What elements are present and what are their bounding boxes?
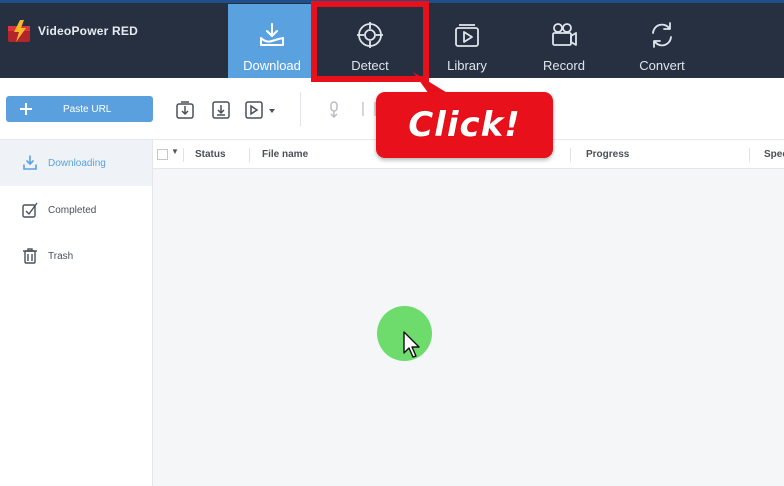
tab-library-label: Library	[447, 58, 487, 73]
column-divider	[749, 148, 750, 162]
video-library-icon	[452, 20, 482, 50]
tab-library[interactable]: Library	[423, 4, 511, 78]
column-header-progress[interactable]: Progress	[586, 149, 629, 160]
sidebar-item-trash[interactable]: Trash	[0, 233, 152, 279]
tab-convert-label: Convert	[639, 58, 685, 73]
sidebar-item-completed[interactable]: Completed	[0, 187, 152, 233]
tab-record-label: Record	[543, 58, 585, 73]
download-list-area: ▼ Status File name Progress Spee	[153, 140, 784, 486]
column-divider	[183, 148, 184, 162]
download-square-icon[interactable]	[212, 101, 230, 119]
detect-highlight-box	[311, 1, 429, 82]
video-download-icon[interactable]	[245, 101, 277, 119]
column-divider	[570, 148, 571, 162]
sidebar-item-label: Downloading	[48, 157, 106, 169]
tab-record[interactable]: Record	[520, 4, 608, 78]
check-icon	[22, 202, 38, 218]
toolbar-divider	[300, 92, 301, 126]
plus-icon	[6, 102, 46, 116]
tab-download[interactable]: Download	[228, 4, 316, 78]
trash-icon	[23, 248, 37, 264]
click-callout: Click!	[376, 92, 553, 158]
paste-url-button[interactable]: Paste URL	[6, 96, 153, 122]
tab-convert[interactable]: Convert	[618, 4, 706, 78]
column-header-status[interactable]: Status	[195, 149, 226, 160]
column-divider	[249, 148, 250, 162]
sidebar-item-label: Completed	[48, 204, 97, 216]
mic-download-icon[interactable]	[325, 101, 343, 119]
refresh-convert-icon	[647, 20, 677, 50]
select-menu-caret-icon[interactable]: ▼	[171, 147, 179, 156]
paste-url-label: Paste URL	[63, 103, 112, 115]
app-title: VideoPower RED	[38, 24, 138, 38]
download-arrow-icon	[23, 155, 37, 170]
tab-download-label: Download	[243, 58, 301, 73]
column-header-file-name[interactable]: File name	[262, 149, 308, 160]
videopower-logo-icon	[8, 20, 30, 42]
sidebar-item-downloading[interactable]: Downloading	[0, 140, 152, 186]
select-all-checkbox[interactable]	[157, 149, 168, 160]
callout-text: Click!	[408, 105, 521, 145]
sidebar: Downloading Completed Trash	[0, 140, 153, 486]
column-header-speed[interactable]: Spee	[764, 149, 784, 160]
download-box-icon[interactable]	[176, 101, 194, 119]
video-camera-icon	[549, 20, 579, 50]
mouse-cursor-icon	[403, 331, 420, 358]
download-tray-icon	[257, 20, 287, 50]
sidebar-item-label: Trash	[48, 250, 74, 262]
